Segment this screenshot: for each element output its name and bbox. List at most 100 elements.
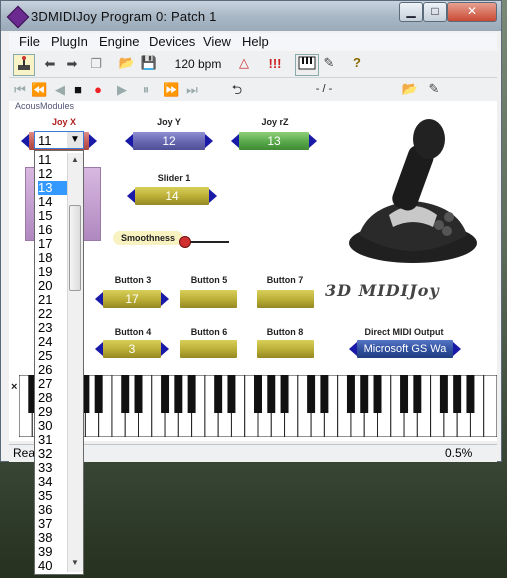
dropdown-option[interactable]: 23 [38, 321, 68, 335]
piano-keyboard[interactable] [19, 375, 497, 437]
black-key[interactable] [214, 375, 223, 413]
dropdown-option[interactable]: 13 [38, 181, 68, 195]
skip-end-icon[interactable]: ⏭ [185, 82, 199, 98]
black-key[interactable] [453, 375, 462, 413]
title-bar[interactable]: 3DMIDIJoy Program 0: Patch 1 ▁ □ ✕ [1, 1, 501, 31]
midi-output-select[interactable]: Microsoft GS Wa [357, 340, 453, 358]
black-key[interactable] [267, 375, 276, 413]
joy-rz-increment[interactable] [309, 134, 317, 148]
step-back-icon[interactable]: ◀ [53, 82, 67, 98]
forward-arrow-icon[interactable]: ➡ [63, 56, 81, 72]
dropdown-option[interactable]: 15 [38, 209, 68, 223]
button3-increment[interactable] [161, 292, 169, 306]
black-key[interactable] [121, 375, 130, 413]
dropdown-option[interactable]: 14 [38, 195, 68, 209]
joy-x-dropdown-list[interactable]: 11 12 13 14 15 16 17 18 19 20 21 22 23 24 25 26 27 28 29 30… [34, 150, 84, 575]
export-icon[interactable]: ✎ [425, 81, 443, 97]
keyboard-close-icon[interactable]: × [11, 381, 17, 393]
joy-y-decrement[interactable] [125, 134, 133, 148]
dropdown-option[interactable]: 29 [38, 405, 68, 419]
button7-control[interactable] [257, 290, 314, 308]
slider1-increment[interactable] [209, 189, 217, 203]
fast-forward-icon[interactable]: ⏩ [163, 82, 179, 98]
button3-control[interactable]: 17 [103, 290, 161, 308]
rewind-icon[interactable]: ⏪ [31, 82, 47, 98]
dropdown-option[interactable]: 36 [38, 503, 68, 517]
metronome-icon[interactable]: △ [235, 55, 253, 71]
keyboard-toggle[interactable] [295, 54, 319, 76]
dropdown-option[interactable]: 40 [38, 559, 68, 573]
dropdown-scrollbar[interactable]: ▲ ▼ [67, 153, 83, 572]
chevron-down-icon[interactable]: ▼ [67, 132, 83, 148]
help-question-icon[interactable]: ? [349, 55, 365, 70]
button4-decrement[interactable] [95, 342, 103, 356]
dropdown-option[interactable]: 21 [38, 293, 68, 307]
black-key[interactable] [400, 375, 409, 413]
dropdown-option[interactable]: 20 [38, 279, 68, 293]
play-icon[interactable]: ▶ [115, 82, 129, 98]
open-file-icon[interactable]: 📂 [401, 81, 419, 97]
button8-control[interactable] [257, 340, 314, 358]
button3-decrement[interactable] [95, 292, 103, 306]
joystick-mode-button[interactable] [13, 54, 35, 76]
rewind-start-icon[interactable]: ⏮ [13, 82, 27, 98]
close-button[interactable]: ✕ [447, 2, 497, 22]
scroll-down-icon[interactable]: ▼ [71, 558, 79, 567]
dropdown-option[interactable]: 34 [38, 475, 68, 489]
menu-plugin[interactable]: PlugIn [51, 34, 88, 49]
black-key[interactable] [94, 375, 103, 413]
button4-increment[interactable] [161, 342, 169, 356]
midi-output-prev[interactable] [349, 342, 357, 356]
dropdown-option[interactable]: 18 [38, 251, 68, 265]
dropdown-option[interactable]: 27 [38, 377, 68, 391]
dropdown-option[interactable]: 38 [38, 531, 68, 545]
back-arrow-icon[interactable]: ⬅ [41, 56, 59, 72]
joy-x-increment[interactable] [89, 134, 97, 148]
button5-control[interactable] [180, 290, 237, 308]
joy-x-combobox[interactable]: 11 ▼ [34, 131, 84, 149]
menu-file[interactable]: File [19, 34, 40, 49]
black-key[interactable] [360, 375, 369, 413]
panic-button[interactable]: !!! [263, 56, 287, 71]
joy-rz-decrement[interactable] [231, 134, 239, 148]
dropdown-option[interactable]: 24 [38, 335, 68, 349]
dropdown-option[interactable]: 25 [38, 349, 68, 363]
black-key[interactable] [174, 375, 183, 413]
dropdown-option[interactable]: 19 [38, 265, 68, 279]
dropdown-option[interactable]: 22 [38, 307, 68, 321]
black-key[interactable] [320, 375, 329, 413]
dropdown-option[interactable]: 16 [38, 223, 68, 237]
dropdown-option[interactable]: 30 [38, 419, 68, 433]
menu-view[interactable]: View [203, 34, 231, 49]
black-key[interactable] [161, 375, 170, 413]
dropdown-option[interactable]: 37 [38, 517, 68, 531]
joy-y-increment[interactable] [205, 134, 213, 148]
edit-settings-icon[interactable]: ✎ [319, 55, 339, 71]
dropdown-option[interactable]: 28 [38, 391, 68, 405]
black-key[interactable] [413, 375, 422, 413]
white-key[interactable] [483, 375, 497, 437]
scrollbar-thumb[interactable] [69, 205, 81, 291]
menu-devices[interactable]: Devices [149, 34, 195, 49]
dropdown-option[interactable]: 35 [38, 489, 68, 503]
button6-control[interactable] [180, 340, 237, 358]
open-folder-icon[interactable]: 📂 [117, 55, 137, 71]
slider1-decrement[interactable] [127, 189, 135, 203]
dropdown-option[interactable]: 17 [38, 237, 68, 251]
dropdown-option[interactable]: 31 [38, 433, 68, 447]
black-key[interactable] [307, 375, 316, 413]
stop-icon[interactable]: ■ [71, 82, 85, 97]
tempo-display[interactable]: 120 bpm [167, 57, 229, 71]
scroll-up-icon[interactable]: ▲ [71, 155, 79, 164]
button4-control[interactable]: 3 [103, 340, 161, 358]
black-key[interactable] [280, 375, 289, 413]
minimize-button[interactable]: ▁ [399, 2, 423, 22]
dropdown-option[interactable]: 12 [38, 167, 68, 181]
midi-output-next[interactable] [453, 342, 461, 356]
loop-icon[interactable]: ⮌ [229, 81, 245, 103]
joy-x-decrement[interactable] [21, 134, 29, 148]
menu-engine[interactable]: Engine [99, 34, 139, 49]
joy-y-control[interactable]: 12 [133, 132, 205, 150]
slider1-control[interactable]: 14 [135, 187, 209, 205]
dropdown-option[interactable]: 11 [38, 153, 68, 167]
